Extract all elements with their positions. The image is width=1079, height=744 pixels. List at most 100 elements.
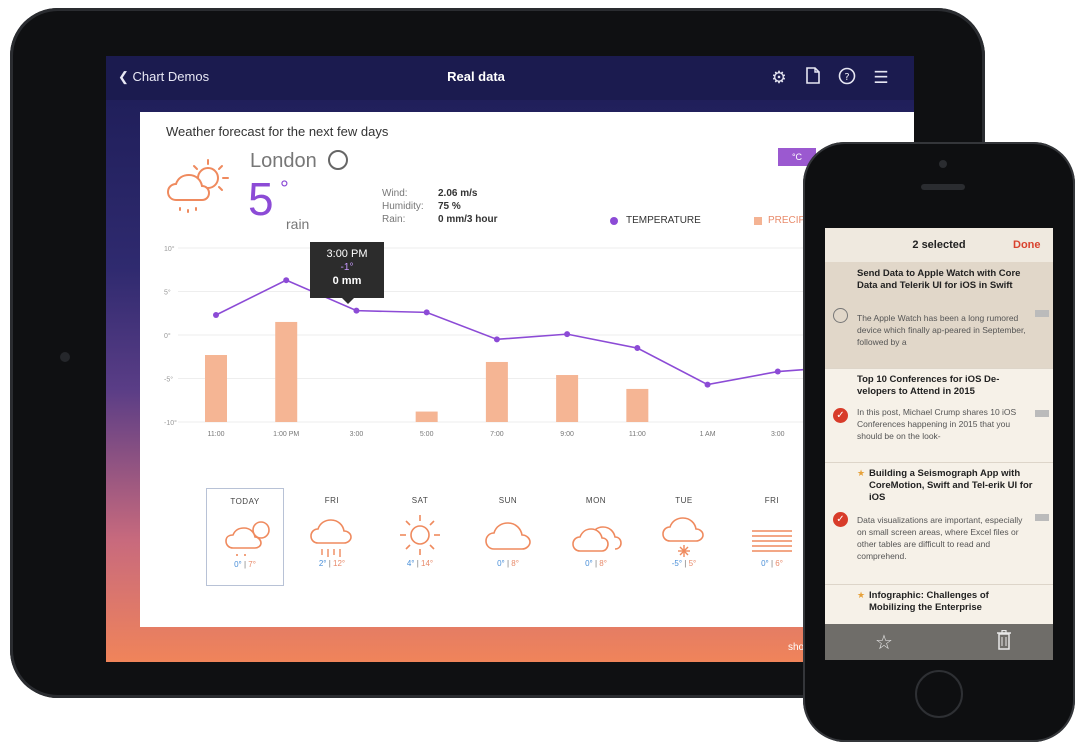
svg-text:?: ?: [844, 72, 849, 83]
x-tick-label: 7:00: [490, 431, 504, 438]
day-temperature-range: 0° | 8°: [470, 559, 546, 568]
x-tick-label: 5:00: [420, 431, 434, 438]
high-temp: 8°: [511, 559, 519, 568]
item-body: The Apple Watch has been a long rumored …: [857, 313, 1026, 347]
day-card-tue[interactable]: TUE -5° | 5°: [646, 488, 722, 584]
y-tick-label: 10°: [164, 245, 175, 253]
reorder-handle-icon[interactable]: [1035, 514, 1049, 521]
wind-label: Wind:: [382, 188, 408, 199]
chart-tooltip: 3:00 PM -1° 0 mm: [310, 242, 384, 298]
day-temperature-range: -5° | 5°: [646, 559, 722, 568]
nav-bar: ❮ Chart Demos Real data ⚙ ? ☰: [106, 56, 914, 100]
reorder-handle-icon[interactable]: [1035, 310, 1049, 317]
checkbox-checked[interactable]: ✓: [833, 408, 848, 423]
rain-label: Rain:: [382, 214, 406, 225]
list-item[interactable]: Top 10 Conferences for iOS De-velopers t…: [825, 368, 1053, 463]
precip-bar: [626, 388, 649, 422]
day-card-sat[interactable]: SAT 4° | 14°: [382, 488, 458, 584]
day-name: FRI: [764, 496, 780, 505]
cloud-sun-rain-icon: [166, 159, 229, 213]
y-tick-label: -10°: [164, 419, 177, 427]
temperature-point: [774, 368, 781, 375]
day-temperature-range: 0° | 7°: [207, 560, 283, 569]
cloud-snow-icon: [646, 509, 722, 559]
tooltip-temp: -1°: [340, 262, 354, 273]
forecast-title: Weather forecast for the next few days: [166, 124, 389, 139]
tooltip-rain: 0 mm: [332, 275, 362, 287]
rain-value: 0 mm/3 hour: [438, 214, 498, 225]
iphone-speaker: [921, 184, 965, 190]
item-body: In this post, Michael Crump shares 10 iO…: [857, 407, 1017, 441]
high-temp: 12°: [333, 559, 346, 568]
item-title: Building a Seismograph App with CoreMoti…: [869, 468, 1033, 503]
legend-precip-marker: [754, 217, 762, 225]
checkbox-checked[interactable]: ✓: [833, 512, 848, 527]
x-tick-label: 1 AM: [700, 431, 716, 438]
low-temp: 2°: [318, 559, 327, 568]
precip-bar: [205, 355, 227, 422]
high-temp: 6°: [775, 559, 783, 568]
x-tick-label: 9:00: [560, 431, 574, 438]
day-card-sun[interactable]: SUN 0° | 8°: [470, 488, 546, 584]
day-name: SAT: [411, 496, 429, 505]
day-temperature-range: 2° | 12°: [294, 559, 370, 568]
wind-value: 2.06 m/s: [438, 188, 478, 199]
day-card-today[interactable]: TODAY 0° | 7°: [206, 488, 284, 586]
phone-nav-bar: 2 selected Done: [825, 228, 1053, 263]
item-body: Data visualizations are important, espec…: [857, 515, 1023, 561]
menu-icon[interactable]: ☰: [870, 67, 892, 89]
page-title: Real data: [447, 69, 505, 84]
temperature-point: [493, 336, 500, 343]
precip-bar: [556, 375, 579, 422]
item-title: Top 10 Conferences for iOS De-velopers t…: [857, 374, 1000, 397]
low-temp: 4°: [406, 559, 415, 568]
ipad-camera: [60, 352, 70, 362]
high-temp: 7°: [248, 560, 256, 569]
low-temp: 0°: [497, 559, 505, 568]
legend-temperature-marker: [610, 217, 618, 225]
day-temperature-range: 4° | 14°: [382, 559, 458, 568]
iphone-frame: 2 selected Done Send Data to Apple Watch…: [803, 142, 1075, 742]
temperature-point: [704, 381, 711, 388]
temperature-point: [213, 311, 219, 318]
day-card-fri[interactable]: FRI 0° | 6°: [734, 488, 810, 584]
temperature-point: [353, 307, 360, 314]
reorder-handle-icon[interactable]: [1035, 410, 1049, 417]
home-button[interactable]: [915, 670, 963, 718]
current-condition: rain: [286, 216, 310, 232]
gear-icon[interactable]: ⚙: [768, 67, 790, 89]
precip-bar: [415, 411, 438, 422]
list-item[interactable]: Send Data to Apple Watch with Core Data …: [825, 262, 1053, 369]
legend-temperature[interactable]: TEMPERATURE: [626, 215, 701, 226]
cloud-sun-rain-icon: [207, 510, 283, 560]
degree-symbol: °: [280, 176, 289, 201]
document-icon[interactable]: [802, 67, 824, 89]
humidity-value: 75 %: [438, 201, 461, 212]
star-icon[interactable]: ☆: [875, 630, 893, 655]
x-tick-label: 11:00: [208, 431, 225, 438]
day-name: TUE: [675, 496, 693, 505]
day-name: SUN: [498, 496, 518, 505]
day-card-fri[interactable]: FRI 2° | 12°: [294, 488, 370, 584]
star-icon: ★: [857, 468, 866, 478]
low-temp: 0°: [234, 560, 242, 569]
day-name: FRI: [324, 496, 340, 505]
day-name: MON: [585, 496, 607, 505]
help-icon[interactable]: ?: [836, 67, 858, 89]
day-card-mon[interactable]: MON 0° | 8°: [558, 488, 634, 584]
tooltip-arrow: [342, 298, 354, 304]
location-pin-icon[interactable]: [328, 150, 348, 170]
cloud-rain-icon: [294, 509, 370, 559]
x-tick-label: 11:00: [629, 431, 646, 438]
done-button[interactable]: Done: [1013, 239, 1041, 251]
checkbox-unchecked[interactable]: [833, 308, 848, 323]
sun-icon: [382, 509, 458, 559]
clouds-icon: [558, 509, 634, 559]
trash-icon[interactable]: [997, 629, 1011, 656]
list-item[interactable]: ★ Building a Seismograph App with CoreMo…: [825, 462, 1053, 585]
x-tick-label: 3:00: [350, 431, 364, 438]
legend-precipitation[interactable]: PRECIPI: [768, 215, 808, 226]
temperature-point: [283, 277, 290, 284]
precip-bar: [275, 321, 298, 422]
list-item[interactable]: ★ Infographic: Challenges of Mobilizing …: [825, 584, 1053, 629]
